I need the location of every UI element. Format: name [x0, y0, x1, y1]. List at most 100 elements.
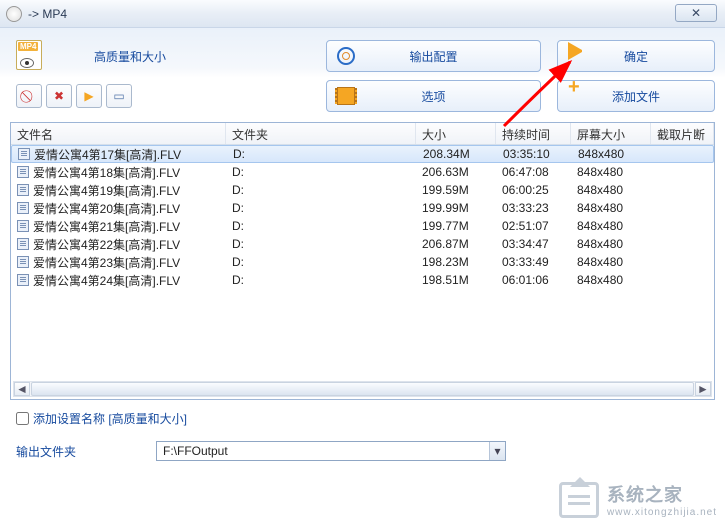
table-row[interactable]: 爱情公寓4第23集[高清].FLVD:198.23M03:33:49848x48… [11, 253, 714, 271]
watermark-logo-icon [559, 482, 599, 518]
cell-size: 198.51M [416, 272, 496, 288]
cell-size: 199.77M [416, 218, 496, 234]
tool-button-1[interactable]: ⃠ [16, 84, 42, 108]
scroll-right-button[interactable]: ► [695, 382, 711, 396]
chevron-right-icon: ► [697, 382, 709, 396]
table-body: 爱情公寓4第17集[高清].FLVD:208.34M03:35:10848x48… [11, 145, 714, 289]
cell-dimensions: 848x480 [571, 182, 651, 198]
output-folder-label: 输出文件夹 [16, 443, 156, 460]
quality-label: 高质量和大小 [94, 48, 166, 65]
col-folder[interactable]: 文件夹 [226, 123, 416, 144]
close-button[interactable]: ✕ [675, 4, 717, 22]
cell-folder: D: [226, 218, 416, 234]
file-icon [17, 202, 29, 214]
cell-dimensions: 848x480 [571, 164, 651, 180]
cell-size: 198.23M [416, 254, 496, 270]
table-row[interactable]: 爱情公寓4第17集[高清].FLVD:208.34M03:35:10848x48… [11, 145, 714, 163]
col-size[interactable]: 大小 [416, 123, 496, 144]
watermark: 系统之家 www.xitongzhijia.net [559, 481, 717, 518]
cell-folder: D: [226, 182, 416, 198]
cell-folder: D: [226, 164, 416, 180]
cell-clip [651, 189, 714, 191]
cell-dimensions: 848x480 [571, 236, 651, 252]
cell-dimensions: 848x480 [571, 218, 651, 234]
cell-size: 199.99M [416, 200, 496, 216]
cell-duration: 02:51:07 [496, 218, 571, 234]
cell-dimensions: 848x480 [571, 272, 651, 288]
cell-filename: 爱情公寓4第23集[高清].FLV [11, 253, 226, 272]
add-settings-name-row: 添加设置名称 [高质量和大小] [16, 410, 709, 427]
col-duration[interactable]: 持续时间 [496, 123, 571, 144]
tool-button-view[interactable]: ▭ [106, 84, 132, 108]
cell-filename: 爱情公寓4第21集[高清].FLV [11, 217, 226, 236]
cell-size: 208.34M [417, 146, 497, 162]
add-file-button[interactable]: + 添加文件 [557, 80, 715, 112]
table-row[interactable]: 爱情公寓4第20集[高清].FLVD:199.99M03:33:23848x48… [11, 199, 714, 217]
tool-button-play[interactable]: ▶ [76, 84, 102, 108]
tool-button-2[interactable]: ✖ [46, 84, 72, 108]
table-row[interactable]: 爱情公寓4第19集[高清].FLVD:199.59M06:00:25848x48… [11, 181, 714, 199]
plus-icon: + [568, 80, 586, 98]
content-area: MP4 高质量和大小 输出配置 确定 ⃠ ✖ ▶ ▭ 选项 + 添加文件 [0, 28, 725, 473]
file-icon [17, 238, 29, 250]
cell-filename: 爱情公寓4第24集[高清].FLV [11, 271, 226, 290]
cell-filename: 爱情公寓4第22集[高清].FLV [11, 235, 226, 254]
ok-button[interactable]: 确定 [557, 40, 715, 72]
file-table: 文件名 文件夹 大小 持续时间 屏幕大小 截取片断 爱情公寓4第17集[高清].… [10, 122, 715, 400]
cell-duration: 06:47:08 [496, 164, 571, 180]
output-folder-combo[interactable]: F:\FFOutput ▾ [156, 441, 506, 461]
scroll-thumb[interactable] [31, 382, 694, 396]
chevron-left-icon: ◄ [16, 382, 28, 396]
cell-folder: D: [226, 200, 416, 216]
cell-folder: D: [227, 146, 417, 162]
app-icon [6, 6, 22, 22]
col-dimensions[interactable]: 屏幕大小 [571, 123, 651, 144]
small-toolbar: ⃠ ✖ ▶ ▭ [16, 84, 132, 108]
col-clip[interactable]: 截取片断 [651, 123, 714, 144]
format-badge-label: MP4 [18, 42, 38, 51]
cell-dimensions: 848x480 [572, 146, 652, 162]
cell-filename: 爱情公寓4第20集[高清].FLV [11, 199, 226, 218]
output-folder-value: F:\FFOutput [157, 444, 489, 458]
output-folder-dropdown[interactable]: ▾ [489, 442, 505, 460]
table-row[interactable]: 爱情公寓4第21集[高清].FLVD:199.77M02:51:07848x48… [11, 217, 714, 235]
cell-duration: 06:01:06 [496, 272, 571, 288]
file-icon [17, 256, 29, 268]
cell-clip [651, 207, 714, 209]
add-file-label: 添加文件 [612, 88, 660, 105]
chevron-down-icon: ▾ [494, 444, 500, 458]
table-header: 文件名 文件夹 大小 持续时间 屏幕大小 截取片断 [11, 123, 714, 145]
cell-duration: 03:35:10 [497, 146, 572, 162]
cell-filename: 爱情公寓4第17集[高清].FLV [12, 145, 227, 164]
add-settings-name-label: 添加设置名称 [高质量和大小] [33, 410, 187, 427]
cell-duration: 03:33:49 [496, 254, 571, 270]
second-row: ⃠ ✖ ▶ ▭ 选项 + 添加文件 [10, 80, 715, 112]
cell-folder: D: [226, 236, 416, 252]
cell-filename: 爱情公寓4第19集[高清].FLV [11, 181, 226, 200]
arrow-right-icon [568, 42, 586, 60]
cell-filename: 爱情公寓4第18集[高清].FLV [11, 163, 226, 182]
cell-size: 199.59M [416, 182, 496, 198]
delete-icon: ✖ [54, 89, 64, 103]
col-filename[interactable]: 文件名 [11, 123, 226, 144]
cell-clip [651, 225, 714, 227]
cell-dimensions: 848x480 [571, 200, 651, 216]
table-row[interactable]: 爱情公寓4第22集[高清].FLVD:206.87M03:34:47848x48… [11, 235, 714, 253]
cell-clip [651, 171, 714, 173]
cell-clip [651, 279, 714, 281]
file-icon [17, 184, 29, 196]
gear-icon [337, 47, 355, 65]
file-icon [17, 166, 29, 178]
cell-clip [651, 261, 714, 263]
file-icon [17, 220, 29, 232]
table-row[interactable]: 爱情公寓4第24集[高清].FLVD:198.51M06:01:06848x48… [11, 271, 714, 289]
cell-clip [651, 243, 714, 245]
scroll-left-button[interactable]: ◄ [14, 382, 30, 396]
options-button[interactable]: 选项 [326, 80, 541, 112]
table-row[interactable]: 爱情公寓4第18集[高清].FLVD:206.63M06:47:08848x48… [11, 163, 714, 181]
output-config-button[interactable]: 输出配置 [326, 40, 541, 72]
play-icon: ▶ [84, 89, 93, 103]
horizontal-scrollbar[interactable]: ◄ ► [13, 381, 712, 397]
add-settings-name-checkbox[interactable] [16, 412, 29, 425]
cell-dimensions: 848x480 [571, 254, 651, 270]
